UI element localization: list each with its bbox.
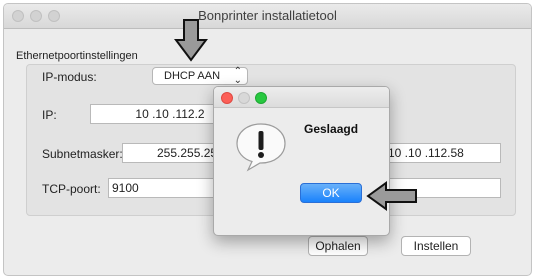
- left-arrow-callout-icon: [366, 181, 417, 211]
- dialog-close-button[interactable]: [221, 92, 233, 104]
- title-bar: Bonprinter installatietool: [4, 4, 531, 29]
- dialog-minimize-button[interactable]: [238, 92, 250, 104]
- ip-label: IP:: [42, 108, 57, 122]
- success-dialog: Geslaagd OK: [213, 86, 390, 236]
- ip-mode-label: IP-modus:: [42, 70, 97, 84]
- ip-mode-value: DHCP AAN: [164, 70, 221, 82]
- down-arrow-callout-icon: [174, 19, 208, 62]
- select-arrows-icon: ⌃ ⌄: [233, 66, 242, 86]
- exclamation-speech-bubble-icon: [236, 123, 286, 172]
- dialog-message: Geslaagd: [304, 122, 359, 136]
- ip-mode-select[interactable]: DHCP AAN ⌃ ⌄: [152, 66, 248, 86]
- ethernet-group-label: Ethernetpoortinstellingen: [16, 50, 138, 62]
- dialog-title-bar: [214, 87, 389, 108]
- tcp-port-label: TCP-poort:: [42, 182, 101, 196]
- subnet-label: Subnetmasker:: [42, 147, 123, 161]
- set-button[interactable]: Instellen: [401, 236, 471, 256]
- gateway-field[interactable]: 10 .10 .112.58: [379, 143, 501, 163]
- dialog-zoom-button[interactable]: [255, 92, 267, 104]
- window-title: Bonprinter installatietool: [198, 8, 337, 23]
- ok-button[interactable]: OK: [300, 183, 362, 203]
- fetch-button[interactable]: Ophalen: [308, 236, 368, 256]
